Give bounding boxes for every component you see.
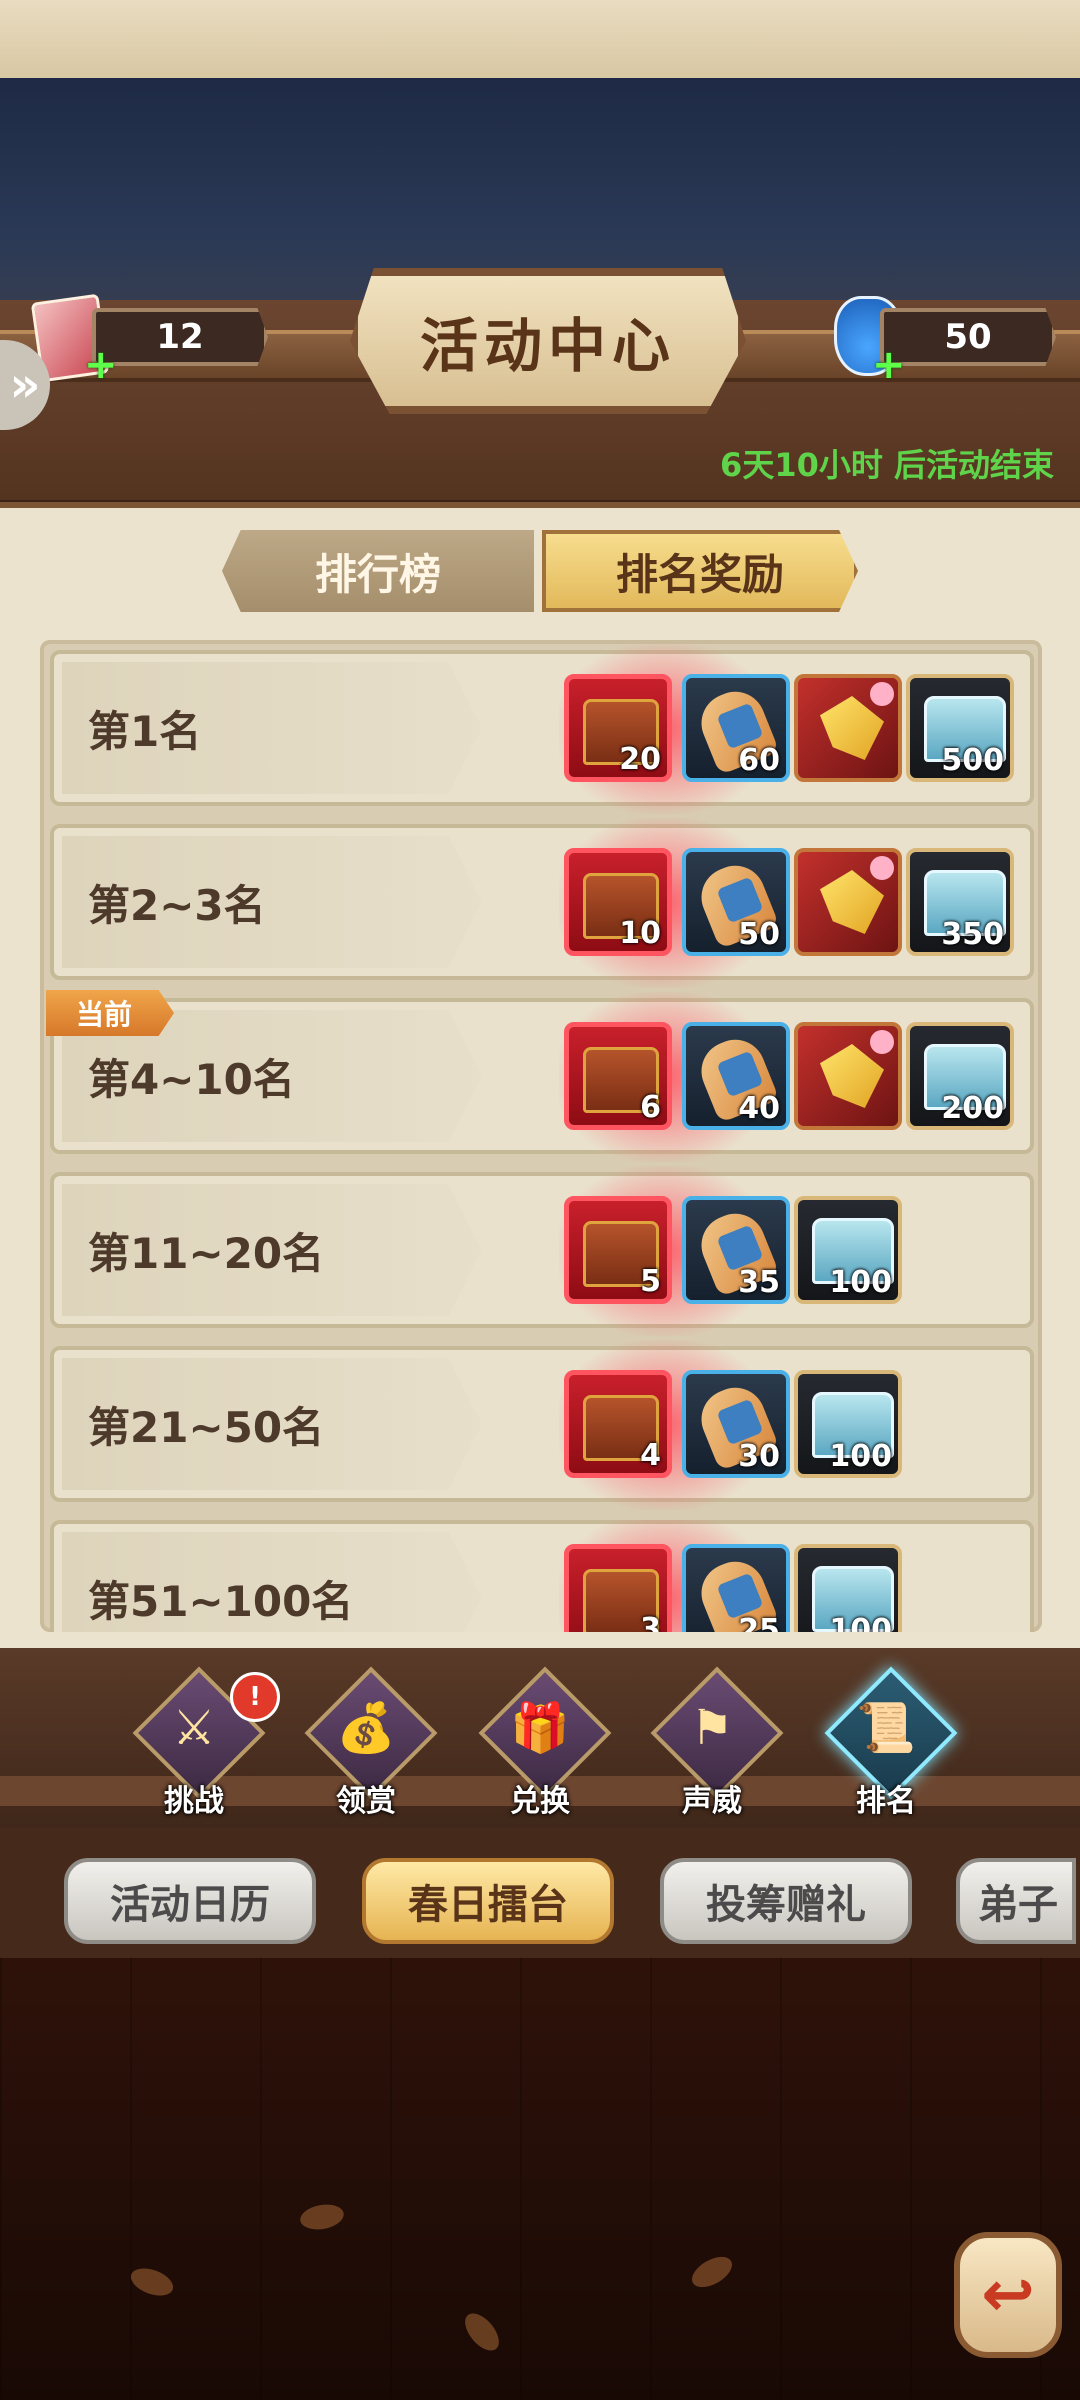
token-icon[interactable]: 25 (682, 1544, 790, 1632)
red-chest-icon[interactable]: 5 (564, 1196, 672, 1304)
rank-label: 第21~50名 (88, 1402, 325, 1452)
reward-row-6: 第51~100名 3 25 100 (50, 1520, 1034, 1632)
wood-floor (0, 1958, 1080, 2400)
title-plaque: 活动中心 (350, 268, 746, 414)
silver-chest-icon[interactable]: 100 (794, 1544, 902, 1632)
current-rank-badge: 当前 (46, 990, 174, 1036)
rank-label: 第1名 (88, 706, 202, 756)
red-chest-icon[interactable]: 10 (564, 848, 672, 956)
rank-label: 第51~100名 (88, 1576, 354, 1626)
resource-book-amount: 12 (92, 308, 268, 366)
reward-row-2: 第2~3名 10 50 350 (50, 818, 1034, 988)
back-arrow-icon: ↩ (981, 2258, 1035, 2332)
silver-chest-icon[interactable]: 500 (906, 674, 1014, 782)
sword-icon: ⚔ (172, 1700, 216, 1756)
special-reward-icon[interactable] (794, 848, 902, 956)
page-title: 活动中心 (419, 312, 676, 380)
silver-chest-icon[interactable]: 350 (906, 848, 1014, 956)
top-strip (0, 0, 1080, 78)
reward-row-1: 第1名 20 60 500 (50, 644, 1034, 814)
back-button[interactable]: ↩ (954, 2232, 1062, 2358)
scroll-bag-icon: 🎁 (510, 1700, 570, 1756)
token-icon[interactable]: 35 (682, 1196, 790, 1304)
nav-exchange[interactable]: 🎁 兑换 (478, 1666, 612, 1830)
token-icon[interactable]: 50 (682, 848, 790, 956)
subtab-event-calendar[interactable]: 活动日历 (64, 1858, 316, 1944)
token-icon[interactable]: 30 (682, 1370, 790, 1478)
countdown-text: 6天10小时 后活动结束 (720, 446, 1054, 484)
red-chest-icon[interactable]: 3 (564, 1544, 672, 1632)
tab-rank-rewards[interactable]: 排名奖励 (542, 530, 858, 612)
nav-claim[interactable]: 💰 领赏 (304, 1666, 438, 1830)
silver-chest-icon[interactable]: 200 (906, 1022, 1014, 1130)
silver-chest-icon[interactable]: 100 (794, 1370, 902, 1478)
notification-badge: ! (230, 1672, 280, 1722)
subtab-disciple[interactable]: 弟子 (956, 1858, 1076, 1944)
special-reward-icon[interactable] (794, 1022, 902, 1130)
rank-label: 第2~3名 (88, 880, 266, 930)
nav-ranking[interactable]: 📜 排名 (824, 1666, 958, 1830)
banner-icon: ⚑ (690, 1700, 734, 1756)
reward-row-4: 第11~20名 5 35 100 (50, 1166, 1034, 1336)
tab-leaderboard[interactable]: 排行榜 (222, 530, 534, 612)
token-icon[interactable]: 60 (682, 674, 790, 782)
reward-row-5: 第21~50名 4 30 100 (50, 1340, 1034, 1510)
add-potion-button[interactable]: + (872, 345, 906, 385)
red-chest-icon[interactable]: 4 (564, 1370, 672, 1478)
subtab-bet-gift[interactable]: 投筹赠礼 (660, 1858, 912, 1944)
special-reward-icon[interactable] (794, 674, 902, 782)
rank-label: 第11~20名 (88, 1228, 325, 1278)
resource-potion-amount: 50 (880, 308, 1056, 366)
nav-prestige[interactable]: ⚑ 声威 (650, 1666, 784, 1830)
token-icon[interactable]: 40 (682, 1022, 790, 1130)
reward-row-3: 第4~10名 6 40 200 (50, 992, 1034, 1162)
add-book-button[interactable]: + (84, 345, 118, 385)
ranking-scroll-icon: 📜 (856, 1700, 916, 1756)
subtab-spring-arena[interactable]: 春日擂台 (362, 1858, 614, 1944)
money-bag-icon: 💰 (336, 1700, 396, 1756)
red-chest-icon[interactable]: 20 (564, 674, 672, 782)
silver-chest-icon[interactable]: 100 (794, 1196, 902, 1304)
reward-row-6-clip: 第51~100名 3 25 100 (50, 1520, 1034, 1632)
red-chest-icon[interactable]: 6 (564, 1022, 672, 1130)
